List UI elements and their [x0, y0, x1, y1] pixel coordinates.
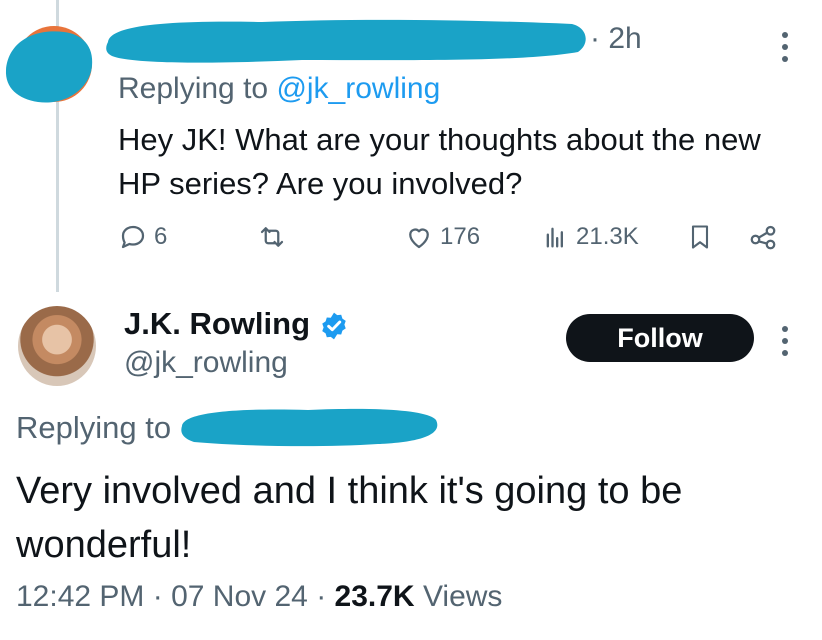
reply-tweet-action-bar: 6 176 21.3K — [118, 222, 818, 262]
retweet-icon — [260, 227, 284, 247]
meta-separator: · — [307, 580, 335, 613]
views-button[interactable]: 21.3K — [542, 222, 639, 252]
more-icon[interactable] — [778, 324, 792, 358]
redacted-author-name — [106, 19, 586, 63]
main-tweet-text: Very involved and I think it's going to … — [16, 464, 806, 572]
bookmark-icon — [691, 225, 709, 249]
like-icon — [409, 228, 429, 249]
main-tweet-text-line: Very involved and I think it's going to … — [16, 470, 683, 512]
main-tweet-replying-to-label: Replying to — [16, 410, 172, 445]
author-handle[interactable]: @jk_rowling — [124, 346, 288, 380]
main-tweet-text-line: wonderful! — [16, 524, 192, 566]
meta-separator: · — [144, 580, 172, 613]
share-button[interactable] — [746, 222, 780, 252]
views-icon — [546, 227, 563, 248]
more-icon[interactable] — [778, 30, 792, 64]
tweet-views-count: 23.7K — [334, 580, 415, 613]
redacted-replying-to-handle — [181, 408, 438, 447]
tweet-date[interactable]: 07 Nov 24 — [171, 580, 308, 613]
jk-rowling-avatar[interactable] — [18, 306, 96, 386]
verified-badge-icon — [322, 312, 346, 340]
like-count: 176 — [440, 223, 481, 250]
retweet-button[interactable] — [256, 222, 288, 252]
reply-tweet-text: Hey JK! What are your thoughts about the… — [118, 118, 818, 206]
reply-icon — [121, 225, 145, 249]
reply-author-avatar-redacted[interactable] — [4, 22, 96, 106]
main-tweet-meta: 12:42 PM · 07 Nov 24 · 23.7K Views — [16, 580, 502, 614]
reply-button[interactable]: 6 — [118, 222, 167, 252]
reply-tweet-text-line: HP series? Are you involved? — [118, 166, 523, 201]
replying-to-label: Replying to — [118, 72, 277, 105]
follow-button[interactable]: Follow — [566, 314, 754, 362]
share-icon — [750, 225, 776, 250]
reply-tweet-text-line: Hey JK! What are your thoughts about the… — [118, 122, 761, 157]
replying-to-mention-link[interactable]: @jk_rowling — [276, 72, 440, 105]
bookmark-button[interactable] — [686, 222, 714, 252]
tweet-views-label: Views — [422, 580, 503, 613]
reply-tweet-replying-to: Replying to @jk_rowling — [118, 72, 440, 106]
reply-count: 6 — [154, 223, 168, 250]
tweet-time[interactable]: 12:42 PM — [16, 580, 144, 613]
view-count: 21.3K — [576, 223, 639, 250]
reply-tweet-time[interactable]: · 2h — [590, 22, 642, 56]
author-name[interactable]: J.K. Rowling — [124, 306, 310, 342]
like-button[interactable]: 176 — [404, 222, 480, 252]
